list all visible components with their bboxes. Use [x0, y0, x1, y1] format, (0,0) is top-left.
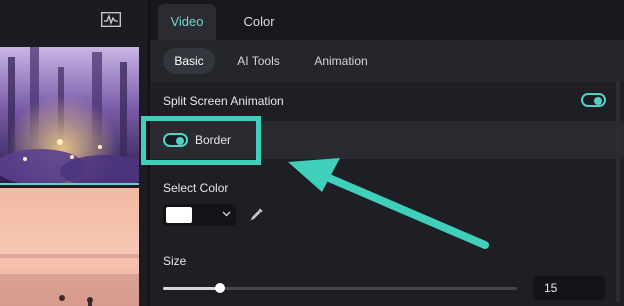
subtab-ai-tools[interactable]: AI Tools	[230, 48, 287, 74]
size-slider-thumb[interactable]	[214, 283, 225, 293]
toggle-knob	[594, 97, 602, 105]
eyedropper-icon[interactable]	[249, 206, 265, 222]
split-screen-animation-label: Split Screen Animation	[163, 94, 284, 108]
size-label: Size	[163, 254, 187, 268]
toggle-knob	[176, 137, 184, 145]
size-slider-fill	[163, 287, 220, 290]
border-label: Border	[195, 133, 232, 147]
color-swatch	[166, 207, 192, 223]
preview-pane	[0, 0, 150, 306]
chevron-down-icon	[222, 211, 231, 217]
sub-tab-bar: Basic AI Tools Animation	[150, 40, 624, 82]
border-toggle[interactable]	[163, 133, 188, 147]
size-input[interactable]: 15	[533, 276, 605, 300]
settings-panel: Video Color Basic AI Tools Animation Spl…	[150, 0, 624, 306]
color-picker-dropdown[interactable]	[163, 204, 236, 226]
size-slider[interactable]	[163, 283, 517, 293]
video-thumbnail-forest[interactable]	[0, 47, 139, 185]
subtab-basic[interactable]: Basic	[163, 48, 215, 74]
waveform-icon[interactable]	[101, 12, 121, 27]
border-row: Border	[150, 121, 624, 159]
video-thumbnail-beach[interactable]	[0, 188, 139, 306]
split-screen-animation-toggle[interactable]	[581, 93, 606, 107]
tab-video[interactable]: Video	[158, 4, 216, 40]
subtab-animation[interactable]: Animation	[306, 48, 376, 74]
select-color-label: Select Color	[163, 181, 229, 195]
main-tab-bar: Video Color	[150, 0, 624, 40]
tab-color[interactable]: Color	[231, 4, 287, 40]
preview-toolbar	[0, 0, 150, 40]
scrollbar[interactable]	[616, 80, 620, 302]
